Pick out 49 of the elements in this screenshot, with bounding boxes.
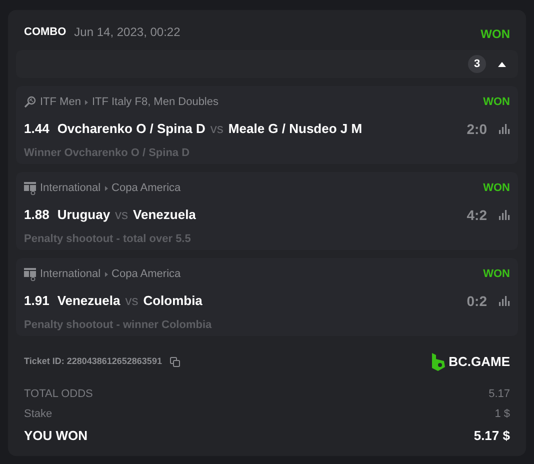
team-name: Meale G / Nusdeo J M xyxy=(228,120,362,138)
category-label[interactable]: International xyxy=(40,266,101,282)
ticket-id: Ticket ID: 2280438612652863591 xyxy=(24,355,162,368)
chevron-icon xyxy=(84,100,88,104)
category-label[interactable]: ITF Men xyxy=(40,94,81,110)
team-name: Uruguay xyxy=(57,206,110,224)
summary-label: YOU WON xyxy=(24,426,88,445)
score: 4:2 xyxy=(466,206,487,224)
team-name: Venezuela xyxy=(57,292,120,310)
stats-icon[interactable] xyxy=(499,124,510,134)
team-name: Venezuela xyxy=(133,206,196,224)
logo-icon xyxy=(432,353,445,371)
brand-name: BC.GAME xyxy=(448,353,510,372)
racket-icon xyxy=(24,96,36,108)
score: 0:2 xyxy=(466,292,487,310)
vs-label: vs xyxy=(125,292,138,310)
team-name: Colombia xyxy=(143,292,202,310)
game-logo-icon xyxy=(24,268,36,280)
stats-icon[interactable] xyxy=(499,210,510,220)
summary-label: Stake xyxy=(24,406,52,422)
vs-label: vs xyxy=(210,120,224,138)
tournament-label[interactable]: Copa America xyxy=(112,266,181,282)
chevron-icon xyxy=(104,272,108,276)
summary-value: 1 $ xyxy=(494,406,510,422)
tournament-label[interactable]: ITF Italy F8, Men Doubles xyxy=(92,94,218,110)
game-logo-icon xyxy=(24,182,36,194)
stats-icon[interactable] xyxy=(499,296,510,306)
odds-value: 1.44 xyxy=(24,120,50,138)
legs-bar[interactable]: 3 xyxy=(16,50,518,78)
tournament-label[interactable]: Copa America xyxy=(112,180,181,196)
bet-type: COMBO xyxy=(24,24,66,40)
vs-label: vs xyxy=(115,206,128,224)
summary-label: TOTAL ODDS xyxy=(24,386,93,402)
status-label: WON xyxy=(480,26,510,43)
status-label: WON xyxy=(483,266,510,282)
copy-icon[interactable] xyxy=(170,357,180,367)
category-label[interactable]: International xyxy=(40,180,101,196)
summary-value: 5.17 $ xyxy=(474,426,510,445)
odds-value: 1.88 xyxy=(24,206,50,224)
odds-value: 1.91 xyxy=(24,292,50,310)
caret-icon[interactable] xyxy=(498,62,506,66)
status-label: WON xyxy=(483,180,510,196)
bet-date: Jun 14, 2023, 00:22 xyxy=(74,24,180,41)
score: 2:0 xyxy=(466,120,487,138)
chevron-icon xyxy=(104,186,108,190)
status-label: WON xyxy=(483,94,510,110)
count-badge: 3 xyxy=(468,55,486,73)
summary-value: 5.17 xyxy=(488,386,510,402)
team-name: Ovcharenko O / Spina D xyxy=(57,120,206,138)
